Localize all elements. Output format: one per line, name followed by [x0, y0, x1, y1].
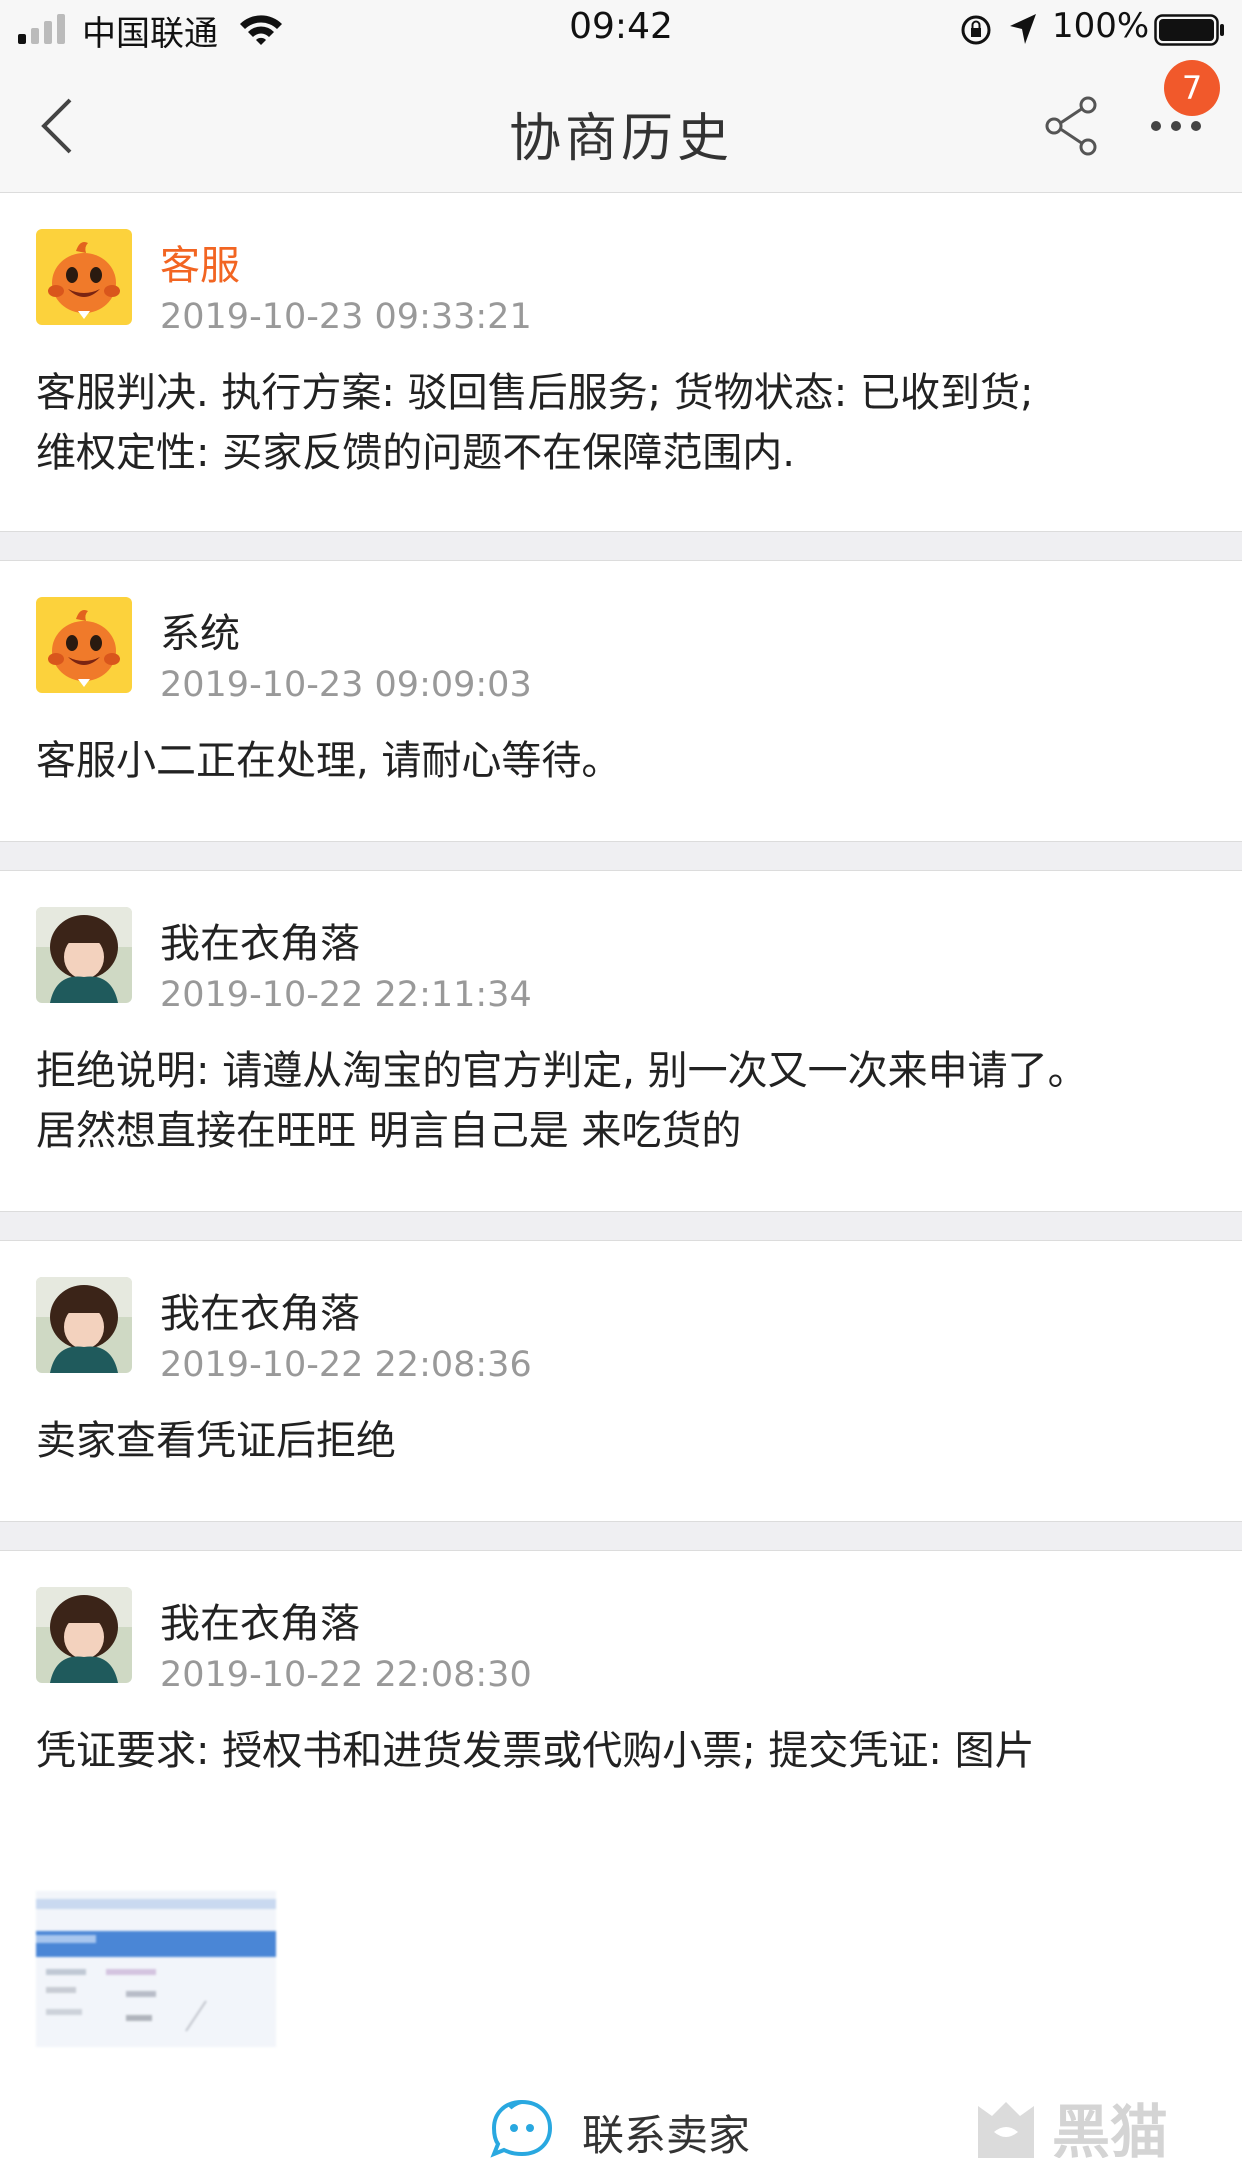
more-icon[interactable] [1148, 114, 1204, 138]
status-bar: 中国联通 09:42 100% [0, 0, 1242, 60]
contact-seller-button[interactable]: 联系卖家 [490, 2096, 770, 2158]
watermark-text: 黑猫 [1052, 2098, 1168, 2158]
record-content: 拒绝说明: 请遵从淘宝的官方判定, 别一次又一次来申请了。 居然想直接在旺旺 明… [36, 1041, 1206, 1161]
content-line: 凭证要求: 授权书和进货发票或代购小票; 提交凭证: 图片 [36, 1728, 1035, 1774]
mascot-icon [36, 597, 132, 693]
timestamp: 2019-10-22 22:11:34 [160, 975, 532, 1015]
history-record: 我在衣角落 2019-10-22 22:11:34 拒绝说明: 请遵从淘宝的官方… [0, 870, 1242, 1212]
content-line: 维权定性: 买家反馈的问题不在保障范围内. [36, 430, 795, 476]
share-icon[interactable] [1040, 94, 1104, 158]
mascot-icon [36, 229, 132, 325]
cat-logo-icon: 黑猫 [978, 2098, 1168, 2158]
rotation-lock-icon [961, 15, 991, 45]
timestamp: 2019-10-22 22:08:30 [160, 1655, 532, 1695]
chat-bubble-icon [490, 2099, 553, 2158]
content-line: 卖家查看凭证后拒绝 [36, 1418, 396, 1464]
timestamp: 2019-10-22 22:08:36 [160, 1345, 532, 1385]
battery-icon [1154, 14, 1224, 46]
battery-percent: 100% [1052, 6, 1150, 46]
timestamp: 2019-10-23 09:33:21 [160, 297, 532, 337]
content-line: 居然想直接在旺旺 明言自己是 来吃货的 [36, 1108, 742, 1154]
sender-name: 客服 [160, 243, 240, 289]
avatar [36, 229, 132, 325]
back-icon[interactable] [36, 96, 80, 156]
watermark-logo: 黑猫 [970, 2092, 1242, 2158]
avatar [36, 1277, 132, 1373]
history-record: 客服 2019-10-23 09:33:21 客服判决. 执行方案: 驳回售后服… [0, 192, 1242, 532]
evidence-image [36, 1891, 276, 2047]
location-icon [1010, 14, 1036, 44]
signal-icon [18, 14, 65, 44]
contact-seller-label: 联系卖家 [582, 2111, 751, 2158]
user-photo-icon [36, 907, 132, 1003]
user-photo-icon [36, 1277, 132, 1373]
record-content: 客服判决. 执行方案: 驳回售后服务; 货物状态: 已收到货; 维权定性: 买家… [36, 363, 1206, 483]
carrier-name: 中国联通 [82, 14, 218, 54]
evidence-thumbnail[interactable] [36, 1891, 276, 2047]
record-content: 卖家查看凭证后拒绝 [36, 1411, 1206, 1471]
history-record: 系统 2019-10-23 09:09:03 客服小二正在处理, 请耐心等待。 [0, 560, 1242, 842]
avatar [36, 597, 132, 693]
notification-badge: 7 [1164, 60, 1220, 116]
sender-name: 我在衣角落 [160, 1291, 360, 1337]
user-photo-icon [36, 1587, 132, 1683]
avatar [36, 907, 132, 1003]
content-line: 客服小二正在处理, 请耐心等待。 [36, 738, 622, 784]
content-line: 客服判决. 执行方案: 驳回售后服务; 货物状态: 已收到货; [36, 370, 1034, 416]
avatar [36, 1587, 132, 1683]
history-record: 我在衣角落 2019-10-22 22:08:36 卖家查看凭证后拒绝 [0, 1240, 1242, 1522]
record-content: 凭证要求: 授权书和进货发票或代购小票; 提交凭证: 图片 [36, 1721, 1206, 1781]
navigation-bar: 协商历史 7 [0, 60, 1242, 192]
timestamp: 2019-10-23 09:09:03 [160, 665, 532, 705]
content-line: 拒绝说明: 请遵从淘宝的官方判定, 别一次又一次来申请了。 [36, 1048, 1088, 1094]
sender-name: 我在衣角落 [160, 921, 360, 967]
sender-name: 系统 [160, 611, 240, 657]
record-content: 客服小二正在处理, 请耐心等待。 [36, 731, 1206, 791]
sender-name: 我在衣角落 [160, 1601, 360, 1647]
history-record: 我在衣角落 2019-10-22 22:08:30 凭证要求: 授权书和进货发票… [0, 1550, 1242, 2158]
wifi-icon [240, 15, 282, 45]
